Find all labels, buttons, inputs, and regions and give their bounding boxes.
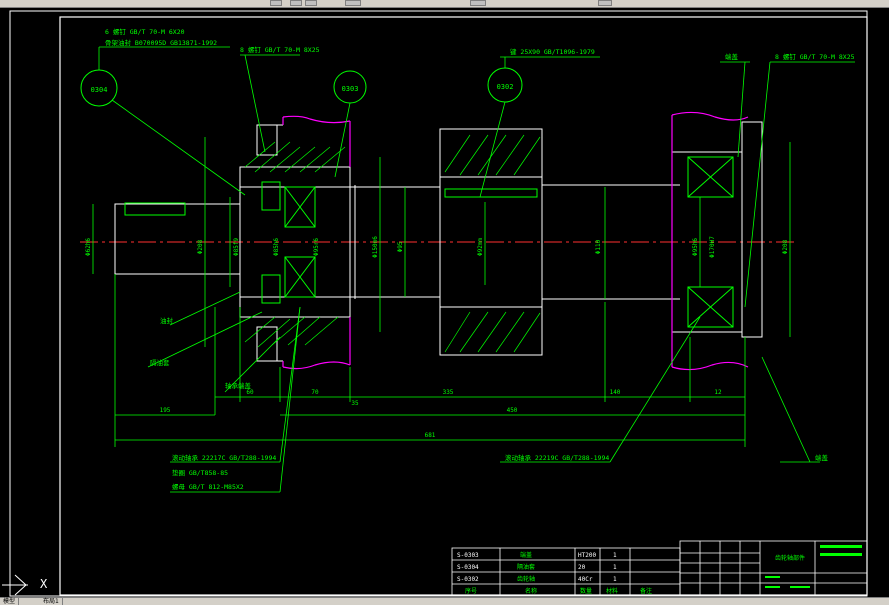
row-name: 端盖 — [520, 551, 532, 559]
vdim-3: Φ85f9 — [233, 238, 240, 256]
dim-70: 70 — [311, 389, 319, 396]
row-material: 40Cr — [578, 576, 593, 583]
dim-140: 140 — [610, 389, 621, 396]
gear-hatch — [444, 134, 541, 353]
title-block-bars — [765, 545, 862, 588]
vdim-4: Φ85h6 — [273, 238, 280, 256]
header-c4: 材料 — [606, 587, 618, 595]
dim-681: 681 — [425, 432, 436, 439]
label-screw-c: 8 螺钉 GB/T 70-M 8X25 — [775, 52, 855, 61]
label-screw-a: 6 螺钉 GB/T 70-M 6X20 — [105, 27, 185, 36]
left-hatch — [244, 141, 346, 348]
row-code: S-0304 — [457, 564, 479, 571]
row-qty: 1 — [613, 576, 617, 583]
drawing-canvas[interactable]: 0304 0303 0302 6 螺钉 GB/T 70-M 6X20 骨架油封 … — [0, 7, 889, 597]
vdim-12: Φ208 — [782, 239, 789, 254]
vdim-7: Φ95r6 — [313, 238, 320, 256]
vertical-dim-labels: Φ62h6 Φ208 Φ85f9 Φ85h6 Φ150m6 Φ95 Φ95r6 … — [85, 236, 789, 258]
title-block-name: 齿轮轴部件 — [775, 554, 805, 562]
label-washer: 垫圈 GB/T858-85 — [172, 468, 228, 477]
label-bearing-right: 滚动轴承 22219C GB/T288-1994 — [505, 453, 609, 462]
dim-450: 450 — [507, 407, 518, 414]
row-code: S-0302 — [457, 576, 479, 583]
label-screw-b: 8 螺钉 GB/T 70-M 8X25 — [240, 45, 320, 54]
balloon-0304: 0304 — [91, 86, 108, 94]
frame-inner — [59, 16, 868, 596]
dim-35: 35 — [351, 400, 359, 407]
row-code: S-0303 — [457, 552, 479, 559]
row-name: 隔油套 — [517, 563, 535, 571]
balloon-0303: 0303 — [342, 85, 359, 93]
row-name: 齿轮轴 — [517, 575, 535, 583]
vdim-5: Φ150m6 — [372, 236, 379, 258]
right-housing — [671, 121, 763, 338]
dim-335: 335 — [443, 389, 454, 396]
ucs-x-label: X — [40, 577, 48, 591]
row-material: HT200 — [578, 552, 596, 559]
row-material: 20 — [578, 564, 586, 571]
header-c5: 备注 — [640, 587, 652, 595]
parts-table-rows: S-0303 端盖 HT200 1 S-0304 隔油套 20 1 S-0302… — [457, 551, 652, 595]
toolbar-button[interactable] — [345, 0, 361, 6]
vdim-8: Φ92mm — [477, 238, 484, 256]
label-oil-seal: 油封 — [160, 316, 174, 325]
label-seal-sleeve: 隔油套 — [150, 358, 170, 367]
toolbar-button[interactable] — [290, 0, 302, 6]
frame-outer — [9, 10, 868, 597]
dim-12: 12 — [714, 389, 722, 396]
row-qty: 1 — [613, 564, 617, 571]
label-bearing-left: 滚动轴承 22217C GB/T288-1994 — [172, 453, 276, 462]
toolbar-button[interactable] — [470, 0, 486, 6]
dim-60: 60 — [246, 389, 254, 396]
vdim-6: Φ95 — [397, 241, 404, 252]
vdim-10: Φ95h6 — [692, 238, 699, 256]
label-nut: 螺母 GB/T 812-M85X2 — [172, 482, 244, 491]
vdim-11: Φ170H7 — [709, 236, 716, 258]
ucs-icon — [2, 574, 28, 596]
row-qty: 1 — [613, 552, 617, 559]
label-end-cap: 端盖 — [725, 52, 739, 61]
toolbar-button[interactable] — [598, 0, 612, 6]
label-key: 键 25X90 GB/T1096-1979 — [510, 47, 595, 56]
header-c3: 数量 — [580, 587, 592, 595]
balloon-0302: 0302 — [497, 83, 514, 91]
vdim-9: Φ110 — [595, 239, 602, 254]
label-end-cover: 端盖 — [815, 453, 829, 462]
dimension-lines — [114, 274, 746, 447]
label-oil-seal-spec: 骨架油封 B070095D GB13871-1992 — [105, 38, 217, 47]
toolbar-button[interactable] — [305, 0, 317, 6]
header-c1: 序号 — [465, 587, 477, 595]
header-c2: 名称 — [525, 587, 537, 595]
dim-195: 195 — [160, 407, 171, 414]
toolbar-button[interactable] — [270, 0, 282, 6]
vdim-2: Φ208 — [197, 239, 204, 254]
vdim-1: Φ62h6 — [85, 238, 92, 256]
balloons — [80, 67, 523, 107]
